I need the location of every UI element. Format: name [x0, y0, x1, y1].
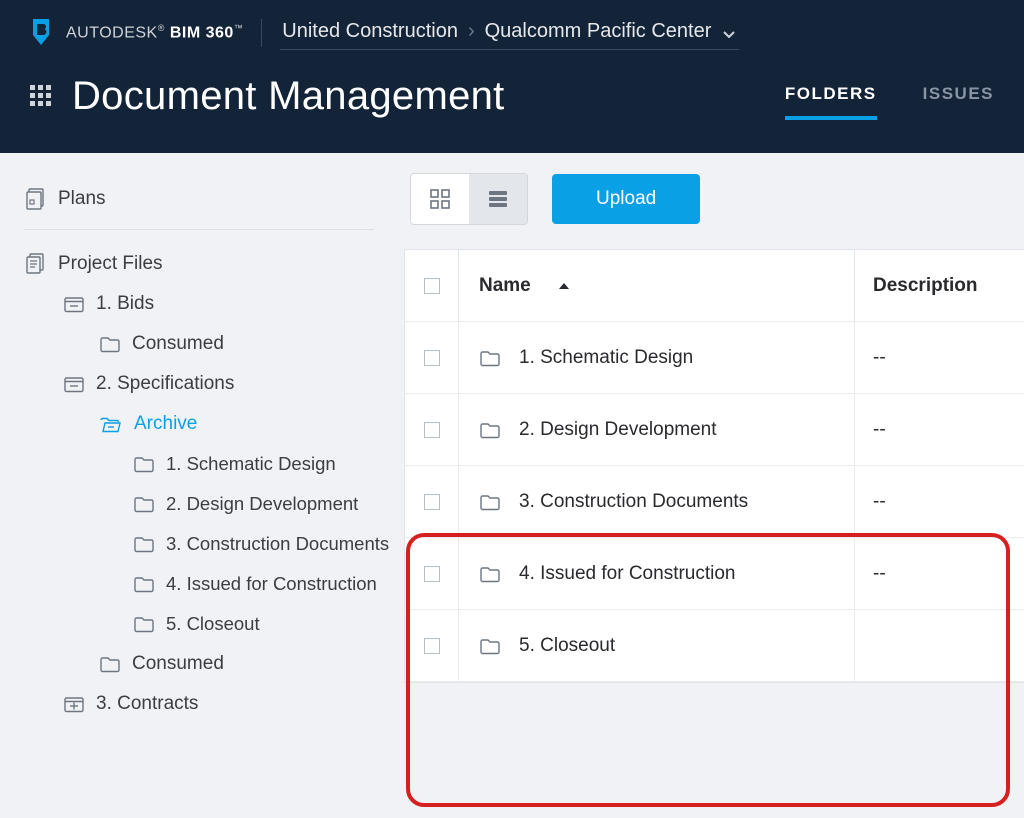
titlebar: Document Management FOLDERS ISSUES: [30, 74, 994, 119]
toolbar: Upload: [404, 173, 1024, 225]
sidebar: Plans Project Files 1. Bids Consumed 2. …: [0, 153, 404, 818]
tree-label: Consumed: [132, 653, 224, 675]
tree-label: 1. Bids: [96, 293, 154, 315]
folder-icon: [134, 535, 154, 553]
folder-icon: [134, 615, 154, 633]
folder-icon: [64, 375, 84, 393]
grid-view-button[interactable]: [411, 174, 469, 224]
view-toggle: [410, 173, 528, 225]
folder-icon: [134, 455, 154, 473]
tree-item-design-development[interactable]: 2. Design Development: [22, 484, 404, 524]
row-description: --: [873, 563, 886, 585]
sidebar-plans-label: Plans: [58, 188, 106, 210]
tree-item-bids[interactable]: 1. Bids: [22, 284, 404, 324]
tree-label: 1. Schematic Design: [166, 453, 336, 475]
row-name: 4. Issued for Construction: [519, 563, 736, 585]
chevron-down-icon[interactable]: [721, 26, 737, 38]
tree-label: Consumed: [132, 333, 224, 355]
chevron-right-icon: ›: [468, 20, 475, 43]
folder-open-icon: [100, 415, 122, 433]
row-name: 3. Construction Documents: [519, 491, 748, 513]
tree-item-closeout[interactable]: 5. Closeout: [22, 604, 404, 644]
row-checkbox[interactable]: [424, 638, 440, 654]
tree-item-issued-for-construction[interactable]: 4. Issued for Construction: [22, 564, 404, 604]
row-checkbox[interactable]: [424, 422, 440, 438]
brand-divider: [261, 19, 262, 47]
row-checkbox[interactable]: [424, 566, 440, 582]
row-name: 5. Closeout: [519, 635, 615, 657]
row-description: --: [873, 419, 886, 441]
tree-item-specifications[interactable]: 2. Specifications: [22, 364, 404, 404]
row-name: 1. Schematic Design: [519, 347, 693, 369]
tree-item-bids-consumed[interactable]: Consumed: [22, 324, 404, 364]
tree-item-construction-documents[interactable]: 3. Construction Documents: [22, 524, 404, 564]
folder-icon: [64, 695, 84, 713]
row-description: --: [873, 491, 886, 513]
tree-label: 3. Contracts: [96, 693, 198, 715]
folder-icon: [134, 495, 154, 513]
brand-text: AUTODESK® BIM 360™: [66, 23, 243, 42]
tree-item-archive[interactable]: Archive: [22, 404, 404, 444]
folder-icon: [479, 565, 501, 583]
table-row[interactable]: 4. Issued for Construction --: [405, 538, 1024, 610]
col-description-label: Description: [873, 275, 978, 297]
folder-table: Name Description 1. Schematic Design --: [404, 249, 1024, 683]
select-all-checkbox[interactable]: [424, 278, 440, 294]
tree-item-specs-consumed[interactable]: Consumed: [22, 644, 404, 684]
row-checkbox[interactable]: [424, 494, 440, 510]
breadcrumb-project[interactable]: Qualcomm Pacific Center: [485, 20, 712, 43]
folder-icon: [479, 493, 501, 511]
plans-icon: [26, 188, 46, 210]
sort-asc-icon: [557, 280, 571, 291]
sidebar-plans[interactable]: Plans: [22, 179, 404, 219]
folder-icon: [479, 349, 501, 367]
sidebar-project-files[interactable]: Project Files: [22, 244, 404, 284]
tree-label: 3. Construction Documents: [166, 533, 389, 555]
folder-icon: [134, 575, 154, 593]
upload-button[interactable]: Upload: [552, 174, 700, 224]
sidebar-project-files-label: Project Files: [58, 253, 163, 275]
content: Plans Project Files 1. Bids Consumed 2. …: [0, 153, 1024, 818]
col-description[interactable]: Description: [854, 250, 1024, 321]
col-name-label: Name: [479, 275, 531, 297]
table-row[interactable]: 1. Schematic Design --: [405, 322, 1024, 394]
col-name[interactable]: Name: [459, 275, 854, 297]
tree-label: 2. Specifications: [96, 373, 234, 395]
page-title: Document Management: [72, 74, 505, 119]
tree-label: 2. Design Development: [166, 493, 358, 515]
list-view-button[interactable]: [469, 174, 527, 224]
project-files-icon: [26, 253, 46, 275]
primary-tabs: FOLDERS ISSUES: [785, 76, 994, 120]
row-name: 2. Design Development: [519, 419, 717, 441]
folder-icon: [479, 637, 501, 655]
folder-icon: [100, 655, 120, 673]
main-pane: Upload Name Description 1. Schematic Des…: [404, 153, 1024, 818]
folder-icon: [64, 295, 84, 313]
breadcrumb: United Construction › Qualcomm Pacific C…: [280, 16, 739, 50]
row-description: --: [873, 347, 886, 369]
table-row[interactable]: 2. Design Development --: [405, 394, 1024, 466]
topbar: AUTODESK® BIM 360™ United Construction ›…: [0, 0, 1024, 153]
breadcrumb-org[interactable]: United Construction: [282, 20, 458, 43]
table-row[interactable]: 3. Construction Documents --: [405, 466, 1024, 538]
brand-row: AUTODESK® BIM 360™ United Construction ›…: [30, 10, 994, 56]
folder-icon: [479, 421, 501, 439]
bim360-logo-icon: [30, 19, 52, 47]
tab-folders[interactable]: FOLDERS: [785, 76, 877, 120]
tree-item-schematic-design[interactable]: 1. Schematic Design: [22, 444, 404, 484]
table-header: Name Description: [405, 250, 1024, 322]
folder-icon: [100, 335, 120, 353]
tree-label: 4. Issued for Construction: [166, 573, 377, 595]
tree-label: 5. Closeout: [166, 613, 260, 635]
sidebar-separator: [24, 229, 374, 230]
tree-item-contracts[interactable]: 3. Contracts: [22, 684, 404, 724]
tab-issues[interactable]: ISSUES: [923, 76, 994, 120]
row-checkbox[interactable]: [424, 350, 440, 366]
table-row[interactable]: 5. Closeout: [405, 610, 1024, 682]
apps-grid-icon[interactable]: [30, 85, 54, 109]
tree-label: Archive: [134, 413, 197, 435]
